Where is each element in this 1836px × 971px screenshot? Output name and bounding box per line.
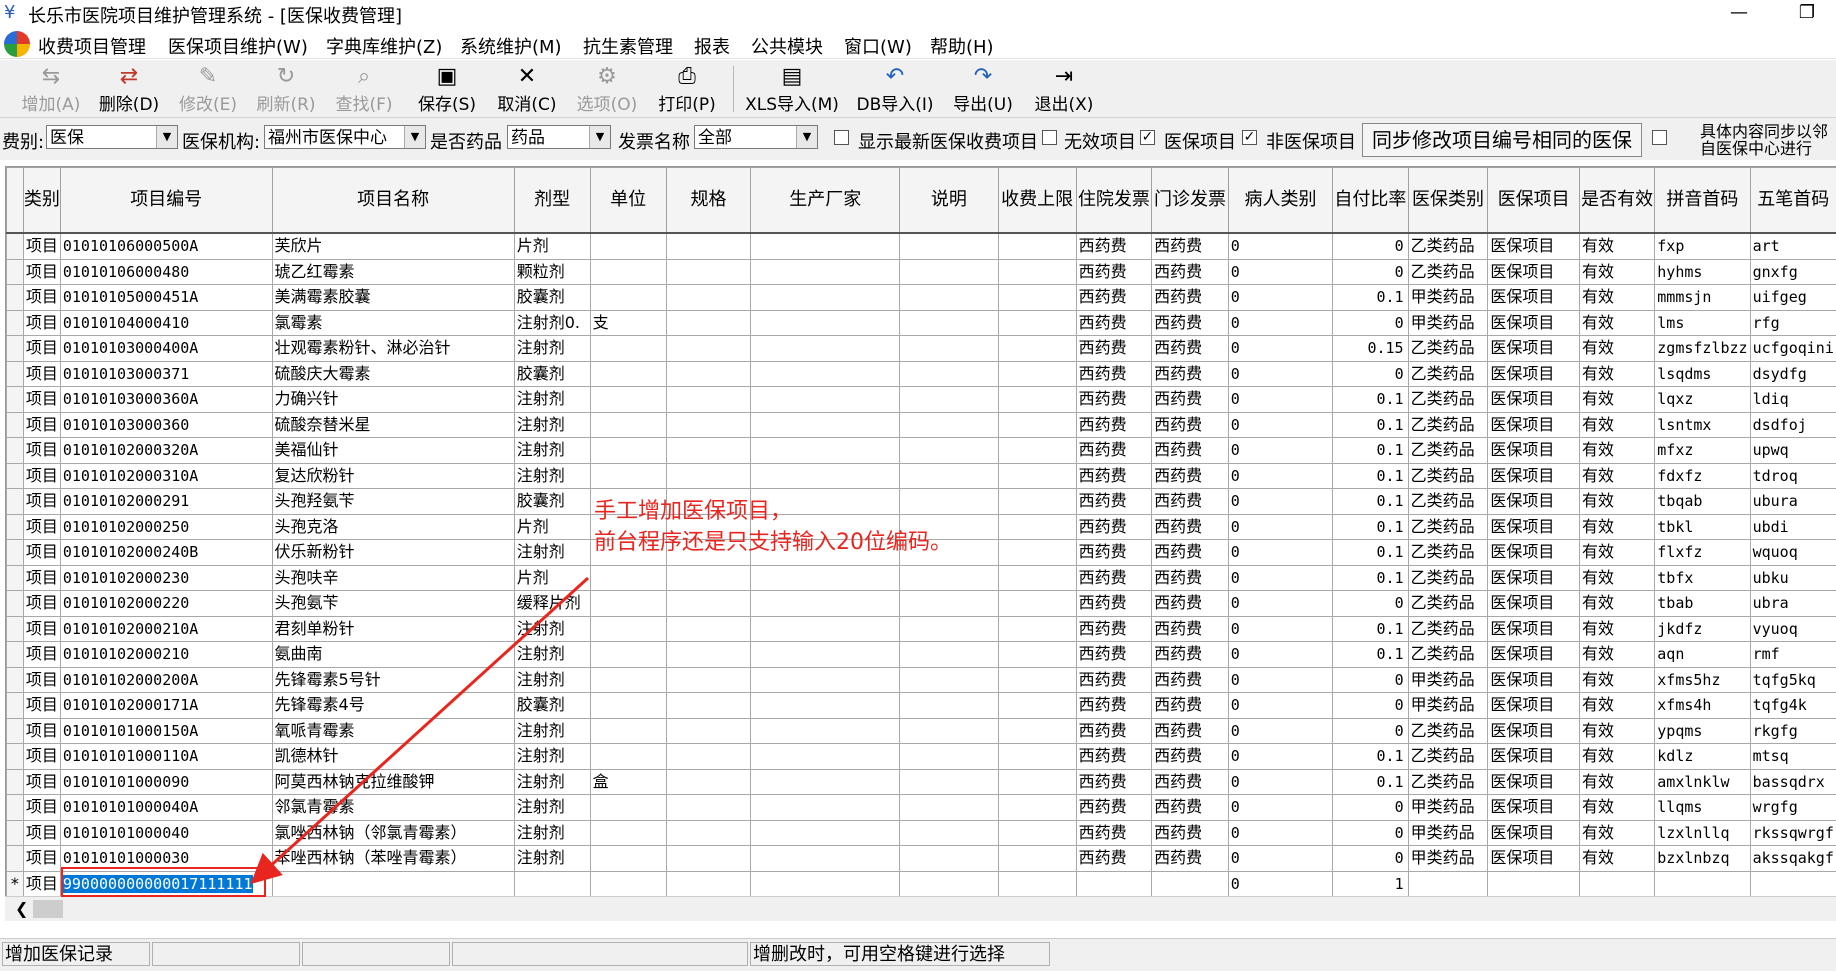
- annotation-arrow: [0, 0, 1836, 970]
- status-panel-3: [302, 942, 450, 966]
- status-panel-4: [452, 942, 748, 966]
- status-panel-2: [152, 942, 300, 966]
- status-bar: 增加医保记录 增删改时，可用空格键进行选择: [0, 938, 1836, 971]
- status-panel-hint: 增删改时，可用空格键进行选择: [750, 942, 1050, 966]
- status-panel-action: 增加医保记录: [2, 942, 150, 966]
